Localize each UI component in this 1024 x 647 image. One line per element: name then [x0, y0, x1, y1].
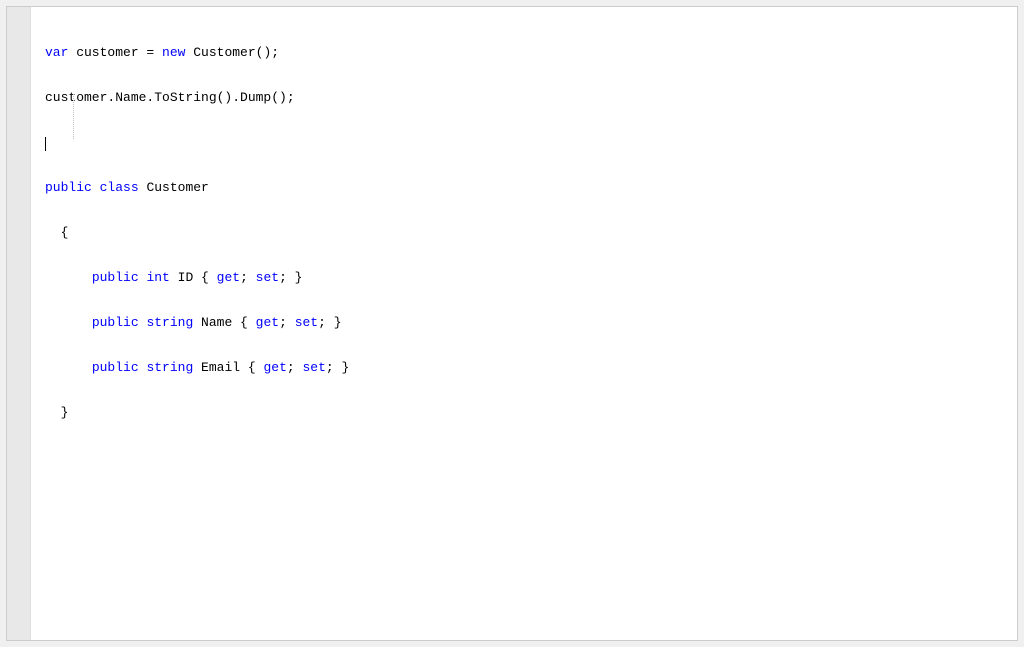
keyword-get: get	[217, 270, 240, 285]
code-line: public string Email { get; set; }	[45, 360, 1009, 375]
keyword-string: string	[146, 360, 193, 375]
keyword-set: set	[256, 270, 279, 285]
code-line: {	[45, 225, 1009, 240]
code-text-area[interactable]: var customer = new Customer(); customer.…	[31, 7, 1017, 640]
keyword-class: class	[100, 180, 139, 195]
code-line: public string Name { get; set; }	[45, 315, 1009, 330]
code-editor: var customer = new Customer(); customer.…	[6, 6, 1018, 641]
code-line: public class Customer	[45, 180, 1009, 195]
code-line: var customer = new Customer();	[45, 45, 1009, 60]
keyword-set: set	[295, 315, 318, 330]
keyword-var: var	[45, 45, 68, 60]
code-line: customer.Name.ToString().Dump();	[45, 90, 1009, 105]
text-cursor	[45, 137, 46, 151]
keyword-set: set	[302, 360, 325, 375]
keyword-new: new	[162, 45, 185, 60]
keyword-public: public	[92, 270, 139, 285]
code-line-cursor	[45, 135, 1009, 150]
keyword-get: get	[263, 360, 286, 375]
keyword-public: public	[45, 180, 92, 195]
code-line: public int ID { get; set; }	[45, 270, 1009, 285]
editor-gutter	[7, 7, 31, 640]
keyword-int: int	[146, 270, 169, 285]
code-line: }	[45, 405, 1009, 420]
keyword-string: string	[146, 315, 193, 330]
keyword-get: get	[256, 315, 279, 330]
keyword-public: public	[92, 360, 139, 375]
keyword-public: public	[92, 315, 139, 330]
